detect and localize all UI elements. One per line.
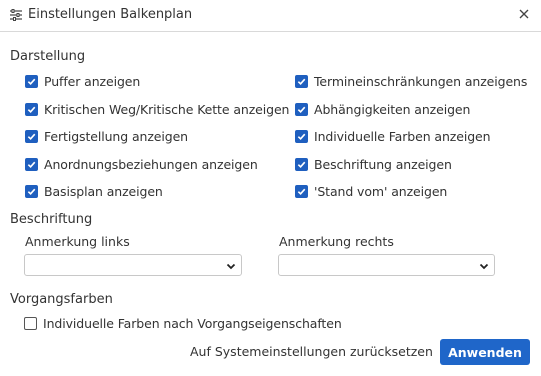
checkbox-label: Termineinschränkungen anzeigens: [314, 73, 528, 89]
checkbox-label: Fertigstellung anzeigen: [44, 128, 189, 144]
checkbox-show-relationships[interactable]: Anordnungsbeziehungen anzeigen: [25, 156, 258, 172]
checkbox[interactable]: [295, 184, 308, 198]
display-heading: Darstellung: [10, 49, 86, 64]
dialog-header: Einstellungen Balkenplan: [0, 0, 541, 32]
checkbox-label: 'Stand vom' anzeigen: [314, 183, 448, 199]
checkmark-icon: [297, 106, 306, 113]
checkmark-icon: [27, 106, 36, 113]
checkbox-show-status-date[interactable]: 'Stand vom' anzeigen: [295, 183, 447, 199]
checkbox-label: Puffer anzeigen: [44, 73, 141, 89]
chevron-down-icon: [226, 263, 236, 270]
checkbox-label: Individuelle Farben nach Vorgangseigensc…: [43, 315, 342, 331]
checkmark-icon: [297, 161, 306, 168]
right-annotation-select[interactable]: [278, 254, 495, 276]
checkbox[interactable]: [24, 316, 37, 330]
checkbox-show-dependencies[interactable]: Abhängigkeiten anzeigen: [295, 101, 470, 117]
sliders-icon: [10, 9, 22, 21]
checkmark-icon: [27, 78, 36, 85]
right-annotation-label: Anmerkung rechts: [279, 234, 394, 249]
reset-button[interactable]: Auf Systemeinstellungen zurücksetzen: [190, 344, 433, 359]
checkbox-label: Individuelle Farben anzeigen: [314, 128, 491, 144]
checkbox[interactable]: [295, 129, 308, 143]
checkmark-icon: [27, 133, 36, 140]
checkbox[interactable]: [25, 157, 38, 171]
checkbox-show-completion[interactable]: Fertigstellung anzeigen: [25, 128, 188, 144]
checkmark-icon: [27, 188, 36, 195]
checkbox-show-critical-path[interactable]: Kritischen Weg/Kritische Kette anzeigen: [25, 101, 289, 117]
checkbox[interactable]: [25, 74, 38, 88]
checkbox-label: Anordnungsbeziehungen anzeigen: [44, 156, 258, 172]
close-icon[interactable]: [516, 6, 532, 22]
checkmark-icon: [297, 78, 306, 85]
checkbox-show-labels[interactable]: Beschriftung anzeigen: [295, 156, 452, 172]
chevron-down-icon: [479, 263, 489, 270]
checkbox-label: Abhängigkeiten anzeigen: [314, 101, 471, 117]
checkbox[interactable]: [295, 102, 308, 116]
checkbox[interactable]: [25, 102, 38, 116]
apply-button[interactable]: Anwenden: [440, 339, 530, 365]
left-annotation-select[interactable]: [24, 254, 242, 276]
checkbox-show-individual-colors[interactable]: Individuelle Farben anzeigen: [295, 128, 491, 144]
settings-dialog: Einstellungen Balkenplan Darstellung Puf…: [0, 0, 541, 376]
checkbox-colors-by-task-properties[interactable]: Individuelle Farben nach Vorgangseigensc…: [24, 315, 342, 331]
dialog-title: Einstellungen Balkenplan: [28, 7, 193, 22]
checkbox[interactable]: [25, 129, 38, 143]
checkmark-icon: [27, 161, 36, 168]
checkbox-show-baseline[interactable]: Basisplan anzeigen: [25, 183, 163, 199]
checkbox-show-buffer[interactable]: Puffer anzeigen: [25, 73, 140, 89]
labeling-heading: Beschriftung: [10, 212, 93, 227]
checkmark-icon: [297, 188, 306, 195]
checkbox-label: Kritischen Weg/Kritische Kette anzeigen: [44, 101, 290, 117]
checkbox[interactable]: [295, 157, 308, 171]
checkbox[interactable]: [295, 74, 308, 88]
checkbox[interactable]: [25, 184, 38, 198]
left-annotation-label: Anmerkung links: [25, 234, 130, 249]
checkbox-label: Beschriftung anzeigen: [314, 156, 452, 172]
task-colors-heading: Vorgangsfarben: [10, 292, 113, 307]
checkbox-label: Basisplan anzeigen: [44, 183, 163, 199]
checkbox-show-date-constraints[interactable]: Termineinschränkungen anzeigens: [295, 73, 527, 89]
checkmark-icon: [297, 133, 306, 140]
apply-button-label: Anwenden: [448, 344, 522, 360]
